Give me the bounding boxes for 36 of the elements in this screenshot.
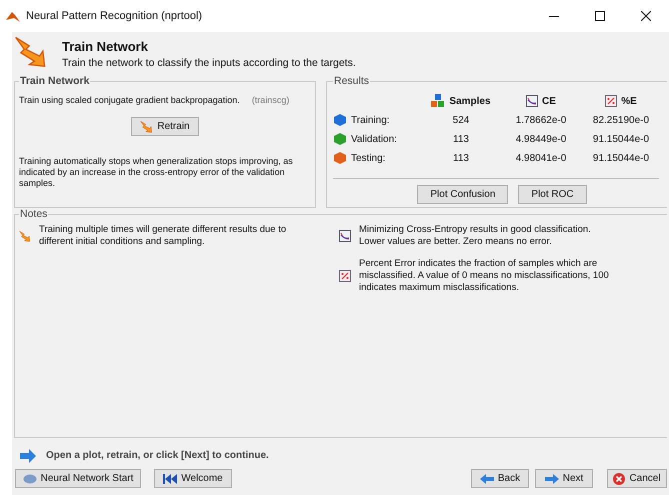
next-button[interactable]: Next xyxy=(535,469,593,488)
plot-confusion-button[interactable]: Plot Confusion xyxy=(417,184,508,204)
table-cell-text: 91.15044e-0 xyxy=(592,132,650,147)
note-text: Training multiple times will generate different results due to different initial conditions and sampling. xyxy=(39,224,288,248)
table-cell-text: 113 xyxy=(452,152,470,166)
training-note: Training automatically stops when generalization stops improving, as indicated by an increase in the cross-entropy error of the validation samples. xyxy=(19,156,294,190)
retrain-button[interactable]: Retrain xyxy=(131,117,199,136)
panel-legend: Notes xyxy=(19,208,48,220)
table-cell-text: 1.78662e-0 xyxy=(514,114,568,128)
table-cell-text: 4.98041e-0 xyxy=(514,152,568,166)
hint-text: Open a plot, retrain, or click [Next] to continue. xyxy=(46,449,269,463)
back-button[interactable]: Back xyxy=(471,469,529,488)
column-header: Samples xyxy=(449,94,491,109)
welcome-button[interactable]: Welcome xyxy=(154,469,232,488)
table-cell-text: 4.98449e-0 xyxy=(514,132,568,147)
panel-legend: Train Network xyxy=(19,74,90,90)
window-title: Neural Pattern Recognition (nprtool) xyxy=(26,8,202,24)
plot-roc-button[interactable]: Plot ROC xyxy=(518,184,587,204)
note-text: Percent Error indicates the fraction of samples which are misclassified. A value of 0 means no misclassifications, 100 indicates maximum misclassifications. xyxy=(359,258,610,294)
column-header: %E xyxy=(621,94,637,109)
method-code: (trainscg) xyxy=(252,94,290,107)
note-text: Minimizing Cross-Entropy results in good classification. Lower values are better. Zero means no error. xyxy=(359,224,592,248)
page-subtitle: Train the network to classify the inputs according to the targets. xyxy=(62,56,356,70)
training-method-text: Train using scaled conjugate gradient backpropagation. xyxy=(19,94,240,107)
column-header: CE xyxy=(542,94,556,109)
row-label: Validation: xyxy=(351,132,397,147)
panel-legend: Results xyxy=(333,74,370,90)
row-label: Testing: xyxy=(351,152,386,166)
page-title: Train Network xyxy=(62,38,149,56)
cancel-button[interactable]: Cancel xyxy=(607,469,667,488)
start-button[interactable]: Neural Network Start xyxy=(15,469,141,488)
table-cell-text: 113 xyxy=(452,132,470,147)
table-cell-text: 524 xyxy=(452,114,470,128)
row-label: Training: xyxy=(351,114,390,128)
table-cell-text: 91.15044e-0 xyxy=(592,152,650,166)
table-cell-text: 82.25190e-0 xyxy=(592,114,650,128)
